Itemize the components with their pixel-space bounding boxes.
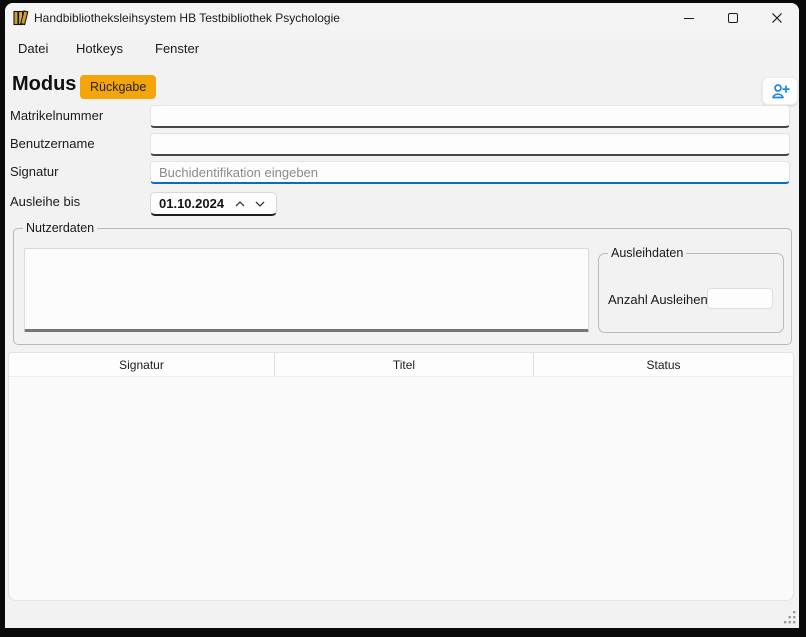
close-button[interactable] xyxy=(755,3,799,33)
spin-up-button[interactable] xyxy=(230,194,250,214)
app-window: Handbibliotheksleihsystem HB Testbibliot… xyxy=(5,3,799,628)
anzahl-ausleihen-label: Anzahl Ausleihen xyxy=(608,292,708,307)
matrikelnummer-label: Matrikelnummer xyxy=(10,108,103,123)
nutzerdaten-legend: Nutzerdaten xyxy=(23,221,97,236)
page-title: Modus xyxy=(12,73,76,96)
menu-item-fenster[interactable]: Fenster xyxy=(151,39,203,58)
chevron-down-icon xyxy=(254,200,266,208)
resize-grip[interactable] xyxy=(784,610,796,624)
ausleihdaten-legend: Ausleihdaten xyxy=(608,246,686,261)
mode-badge[interactable]: Rückgabe xyxy=(80,75,156,99)
maximize-button[interactable] xyxy=(711,3,755,33)
table-body[interactable] xyxy=(9,378,793,600)
maximize-icon xyxy=(728,13,738,23)
column-header-signatur[interactable]: Signatur xyxy=(9,353,275,376)
nutzerdaten-group: Nutzerdaten Ausleihdaten Anzahl Ausleihe… xyxy=(13,228,792,345)
person-add-icon xyxy=(771,83,790,100)
close-icon xyxy=(771,12,783,24)
window-frame: Handbibliotheksleihsystem HB Testbibliot… xyxy=(0,0,806,637)
library-books-icon xyxy=(12,9,30,27)
minimize-icon xyxy=(684,18,694,19)
anzahl-ausleihen-input[interactable] xyxy=(707,288,773,309)
menu-item-datei[interactable]: Datei xyxy=(14,39,52,58)
menu-bar: Datei Hotkeys Fenster xyxy=(5,33,799,63)
menu-item-hotkeys[interactable]: Hotkeys xyxy=(72,39,127,58)
matrikelnummer-input[interactable] xyxy=(150,105,790,128)
column-header-titel[interactable]: Titel xyxy=(275,353,534,376)
ausleihe-bis-value: 01.10.2024 xyxy=(159,196,230,211)
add-user-button[interactable] xyxy=(762,77,798,105)
benutzername-label: Benutzername xyxy=(10,136,95,151)
signatur-input[interactable] xyxy=(150,161,790,184)
column-header-status[interactable]: Status xyxy=(534,353,793,376)
results-table: Signatur Titel Status xyxy=(8,352,794,601)
userdata-textarea[interactable] xyxy=(24,248,589,332)
window-title: Handbibliotheksleihsystem HB Testbibliot… xyxy=(34,3,340,33)
ausleihe-bis-label: Ausleihe bis xyxy=(10,194,80,209)
ausleihdaten-group: Ausleihdaten Anzahl Ausleihen xyxy=(598,253,784,333)
benutzername-input[interactable] xyxy=(150,133,790,156)
table-header: Signatur Titel Status xyxy=(9,353,793,377)
title-bar: Handbibliotheksleihsystem HB Testbibliot… xyxy=(5,3,799,33)
minimize-button[interactable] xyxy=(667,3,711,33)
chevron-up-icon xyxy=(234,200,246,208)
ausleihe-bis-spinbox[interactable]: 01.10.2024 xyxy=(150,192,277,216)
spin-down-button[interactable] xyxy=(250,194,270,214)
signatur-label: Signatur xyxy=(10,164,58,179)
